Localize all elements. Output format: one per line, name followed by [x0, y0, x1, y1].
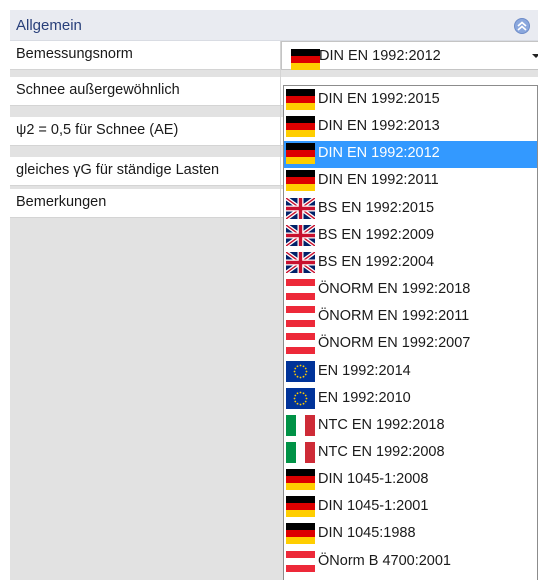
option-label: DIN 1045:1988: [318, 525, 416, 542]
uk-flag-icon: [286, 224, 315, 246]
option-label: DIN 1045-1:2008: [318, 471, 429, 488]
property-label: Schnee außergewöhnlich: [10, 77, 280, 106]
germany-flag-icon: [286, 89, 315, 110]
dropdown-option[interactable]: DIN EN 1992:2012: [284, 141, 537, 169]
option-label: DIN EN 1992:2012: [318, 145, 440, 162]
property-label: gleiches γG für ständige Lasten: [10, 157, 280, 186]
germany-flag-icon: [286, 523, 315, 545]
property-label: Bemessungsnorm: [10, 41, 280, 70]
dropdown-option[interactable]: ÖNorm B 4700:2001: [284, 549, 537, 576]
option-label: ÖNORM EN 1992:2007: [318, 335, 471, 352]
option-label: ÖNORM EN 1992:2011: [318, 308, 470, 325]
dropdown-option[interactable]: DIN EN 1992:2015: [284, 87, 537, 114]
germany-flag-icon: [286, 170, 315, 192]
austria-flag-icon: [286, 550, 315, 572]
austria-flag-icon: [286, 279, 315, 301]
option-label: BS EN 1992:2004: [318, 253, 435, 270]
section-header[interactable]: Allgemein: [10, 10, 538, 41]
section-title: Allgemein: [16, 16, 82, 34]
dropdown-option[interactable]: BS EN 1992:2004: [284, 250, 537, 277]
option-label: NTC EN 1992:2018: [318, 416, 445, 433]
germany-flag-icon: [286, 496, 315, 518]
dropdown-option[interactable]: ÖNORM EN 1992:2018: [284, 277, 537, 304]
chevron-down-icon[interactable]: [524, 42, 538, 69]
dropdown-option[interactable]: NTC EN 1992:2008: [284, 440, 537, 467]
dropdown-option[interactable]: ÖNORM EN 1992:2007: [284, 331, 537, 358]
option-label: DIN EN 1992:2011: [318, 172, 439, 189]
italy-flag-icon: [286, 414, 315, 436]
option-label: DIN 1045-1:2001: [318, 498, 429, 515]
germany-flag-icon: [291, 49, 320, 70]
dropdown-option[interactable]: ÖNORM EN 1992:2011: [284, 304, 537, 331]
uk-flag-icon: [286, 197, 315, 219]
austria-flag-icon: [286, 333, 315, 355]
norm-dropdown-list[interactable]: DIN EN 1992:2015 DIN EN 1992:2013 DIN EN 1…: [283, 85, 538, 580]
option-label: ÖNorm B 4700:2001: [318, 552, 451, 569]
option-label: ÖNORM EN 1992:2018: [318, 281, 471, 298]
option-label: DIN EN 1992:2013: [318, 118, 440, 135]
property-label: ψ2 = 0,5 für Schnee (AE): [10, 117, 280, 146]
dropdown-option[interactable]: DIN 1045-1:2008: [284, 467, 537, 494]
option-label: NTC EN 1992:2008: [318, 443, 445, 460]
germany-flag-icon: [286, 469, 315, 491]
norm-select-value: DIN EN 1992:2012: [319, 48, 441, 64]
norm-select[interactable]: DIN EN 1992:2012: [281, 41, 538, 70]
uk-flag-icon: [286, 251, 315, 273]
dropdown-option[interactable]: BS EN 1992:2009: [284, 223, 537, 250]
germany-flag-icon: [286, 143, 315, 165]
option-label: EN 1992:2010: [318, 389, 411, 406]
germany-flag-icon: [286, 116, 315, 138]
option-label: DIN EN 1992:2015: [318, 91, 440, 107]
dropdown-option[interactable]: DIN EN 1992:2011: [284, 168, 537, 195]
austria-flag-icon: [286, 306, 315, 328]
dropdown-option[interactable]: DIN 1045:1988: [284, 521, 537, 548]
collapse-icon[interactable]: [514, 18, 530, 34]
dropdown-option[interactable]: BS EN 1992:2015: [284, 196, 537, 223]
dropdown-option[interactable]: NTC EN 1992:2018: [284, 413, 537, 440]
option-label: BS EN 1992:2015: [318, 199, 435, 216]
property-label: Bemerkungen: [10, 189, 280, 218]
eu-flag-icon: [286, 387, 315, 409]
option-label: BS EN 1992:2009: [318, 226, 435, 243]
eu-flag-icon: [286, 360, 315, 382]
dropdown-option[interactable]: EN 1992:2010: [284, 386, 537, 413]
italy-flag-icon: [286, 441, 315, 463]
dropdown-option[interactable]: DIN EN 1992:2013: [284, 114, 537, 141]
dropdown-option[interactable]: EN 1992:2014: [284, 359, 537, 386]
dropdown-option[interactable]: DIN 1045-1:2001: [284, 494, 537, 521]
option-label: EN 1992:2014: [318, 362, 411, 379]
